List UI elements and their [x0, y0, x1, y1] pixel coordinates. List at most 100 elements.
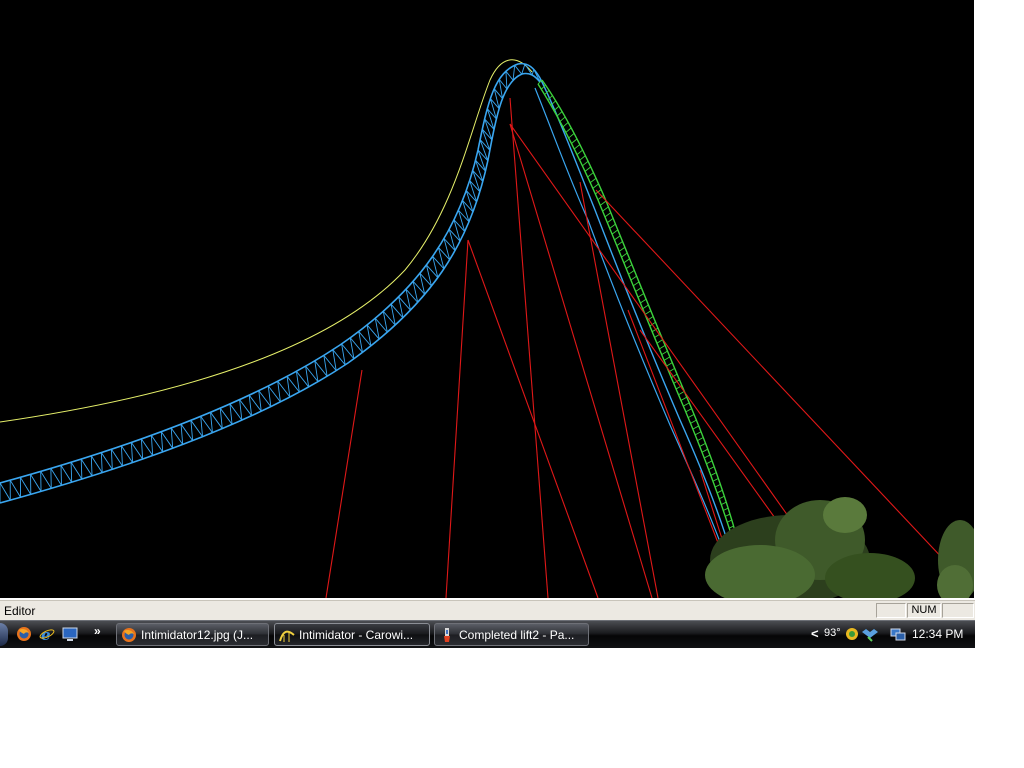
- track-brace: [121, 445, 133, 463]
- system-clock[interactable]: 12:34 PM: [912, 627, 963, 641]
- network-icon[interactable]: [890, 626, 906, 642]
- track-tie: [200, 416, 204, 437]
- track-brace: [90, 455, 103, 473]
- track-tie: [642, 304, 649, 310]
- track-tie: [659, 344, 666, 350]
- taskbar-button-label: Intimidator12.jpg (J...: [141, 627, 254, 642]
- taskbar-button-intimidator-carowinds[interactable]: Intimidator - Carowi...: [274, 623, 430, 646]
- track-tie: [683, 402, 690, 407]
- track-tie: [701, 448, 708, 453]
- start-button[interactable]: [0, 623, 8, 646]
- track-brace: [40, 471, 52, 489]
- track-brace: [19, 477, 32, 495]
- weather-temperature[interactable]: 93°: [824, 627, 841, 639]
- track-tie: [582, 160, 589, 167]
- taskbar-button-completed-lift2[interactable]: Completed lift2 - Pa...: [434, 623, 589, 646]
- track-tie: [70, 462, 73, 483]
- track-tie: [661, 350, 668, 356]
- status-bar: Editor NUM: [0, 600, 975, 620]
- lift-ties: [537, 79, 738, 541]
- track-tie: [180, 424, 184, 445]
- dropbox-icon[interactable]: [862, 626, 878, 642]
- track-tie: [398, 296, 404, 318]
- track-tie: [635, 287, 642, 292]
- svg-text:e: e: [41, 626, 51, 642]
- track-tie: [721, 501, 727, 506]
- windows-taskbar: e » Intimidator12.jpg (J... Intimidator …: [0, 620, 975, 648]
- status-pane-num: NUM: [907, 603, 941, 618]
- weather-icon[interactable]: [844, 626, 860, 642]
- track-tie: [110, 449, 113, 470]
- track-tie: [678, 390, 685, 396]
- track-tie: [628, 269, 635, 275]
- track-tie: [130, 442, 134, 463]
- track-tie: [120, 445, 123, 466]
- track-tie: [706, 460, 713, 465]
- track-tie: [589, 177, 597, 184]
- track-tie: [80, 459, 83, 480]
- track-tie: [666, 362, 673, 367]
- track-tie: [531, 69, 535, 76]
- track-render[interactable]: [0, 0, 974, 598]
- track-tie: [710, 472, 717, 476]
- track-tie: [556, 111, 563, 117]
- track-tie: [602, 206, 609, 212]
- 3d-track-viewport[interactable]: [0, 0, 974, 598]
- show-desktop-icon[interactable]: [62, 626, 78, 642]
- track-tie: [703, 454, 711, 459]
- track-tie: [481, 129, 491, 151]
- track-tie: [680, 396, 688, 401]
- track-tie: [573, 144, 581, 150]
- track-tie: [712, 478, 719, 482]
- track-tie: [623, 258, 630, 264]
- track-tie: [692, 425, 699, 430]
- track-brace: [180, 423, 194, 441]
- track-tie: [553, 105, 560, 111]
- track-tie: [382, 311, 388, 333]
- track-tie: [604, 212, 612, 218]
- track-brace: [70, 462, 83, 480]
- track-brace: [30, 474, 42, 492]
- track-tie: [694, 431, 702, 436]
- track-tie: [170, 427, 174, 449]
- track-tie: [723, 507, 729, 511]
- track-tie: [690, 419, 697, 424]
- track-tie: [656, 339, 663, 344]
- track-tie: [616, 241, 623, 246]
- track-drop-rail-a: [539, 77, 728, 541]
- track-tie: [140, 438, 144, 460]
- track-tie: [477, 149, 486, 172]
- track-tie: [685, 408, 692, 413]
- track-tie: [562, 122, 569, 128]
- track-tie: [568, 133, 575, 139]
- taskbar-button-label: Completed lift2 - Pa...: [459, 627, 575, 642]
- track-brace: [9, 479, 21, 498]
- track-tie: [390, 304, 396, 326]
- track-brace: [150, 435, 164, 453]
- track-tie: [697, 437, 704, 442]
- track-tie: [708, 466, 715, 471]
- track-brace: [0, 482, 11, 501]
- track-tie: [160, 431, 164, 452]
- firefox-icon[interactable]: [16, 626, 32, 642]
- track-tie: [607, 218, 614, 223]
- track-tie: [609, 223, 616, 229]
- track-tie: [579, 155, 586, 161]
- track-tie: [633, 281, 640, 287]
- track-tie: [727, 519, 732, 523]
- track-tie: [571, 138, 578, 144]
- track-tie: [559, 116, 566, 122]
- track-tie: [521, 63, 526, 75]
- window-edge-blank: [974, 0, 1024, 600]
- internet-explorer-icon[interactable]: e: [39, 626, 55, 642]
- tray-expand-button[interactable]: <: [811, 626, 819, 641]
- taskbar-button-label: Intimidator - Carowi...: [299, 627, 414, 642]
- quick-launch-more-button[interactable]: »: [94, 624, 101, 638]
- track-tie: [484, 118, 493, 140]
- status-pane-scroll: [942, 603, 974, 618]
- taskbar-button-intimidator12[interactable]: Intimidator12.jpg (J...: [116, 623, 269, 646]
- track-tie: [644, 310, 652, 315]
- track-brace: [50, 468, 62, 486]
- track-brace: [60, 465, 73, 483]
- track-tie: [475, 160, 484, 182]
